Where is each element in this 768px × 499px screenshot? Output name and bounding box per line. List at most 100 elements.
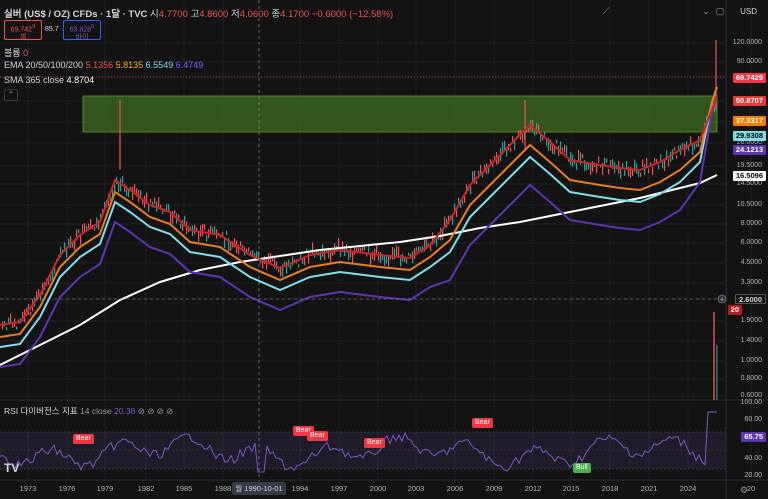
close-label: 종 [271,9,281,20]
svg-text:+: + [720,297,724,304]
rsi-label: RSI 다이버전스 지표 [4,406,78,416]
price-tag: 16.5096 [732,171,766,181]
buy-price: 69.828 [69,26,92,34]
price-tick-label: 1.0000 [740,357,762,364]
time-tick-label: 2024 [679,484,697,493]
price-tick-label: 19.5000 [736,162,762,169]
price-tick-label: 1.9000 [740,317,762,324]
time-tick-label: 2000 [369,484,387,493]
chevron-down-icon[interactable]: ⌄ [700,5,712,17]
price-tick-label: 10.5000 [736,201,762,208]
sma-legend[interactable]: SMA 365 close 4.8704 [4,75,94,85]
time-tick-label: 1997 [330,484,348,493]
price-tag: 50.8707 [732,96,766,106]
currency-selector[interactable]: USD [737,6,760,17]
price-tick-label: 0.6000 [740,392,762,399]
time-tick-label: 1979 [96,484,114,493]
price-tag: 2.6000 [735,294,766,304]
bear-divergence-label: Bear [73,434,94,444]
price-tick-label: 0.8000 [740,375,762,382]
bear-divergence-label: Bear [472,418,493,428]
rsi-band [0,432,726,469]
price-tag: 69.7429 [732,73,766,83]
low-label: 저 [230,9,240,20]
volume-legend[interactable]: 볼륨 0 [4,46,28,59]
time-tick-label: 2012 [524,484,542,493]
price-tick-label: 90.0000 [736,58,762,65]
price-tick-label: 14.5000 [736,180,762,187]
time-tick-label: 2009 [485,484,503,493]
buy-price-sup: 6 [91,24,95,30]
price-chart-canvas[interactable]: + [0,0,768,499]
volume-label: 볼륨 [4,48,21,58]
sell-button[interactable]: 69.7429 셀 [4,20,42,42]
price-tag: 65.75 [741,432,766,442]
time-tick-label: 2015 [562,484,580,493]
rsi-value: 20.38 [114,406,136,416]
close-value: 4.1700 [280,9,310,20]
high-value: 4.8600 [199,9,229,20]
tradingview-logo[interactable]: TV [4,461,19,475]
symbol-legend[interactable]: 실버 (US$ / OZ) CFDs · 1달 · TVC 시4.7700 고4… [4,6,393,20]
price-tag: 37.3317 [732,116,766,126]
time-tick-label: 2006 [446,484,464,493]
time-tick-label: 1982 [137,484,155,493]
ema-200-value: 6.4749 [175,60,204,70]
sma-value: 4.8704 [66,75,95,85]
rsi-options-icon[interactable]: ⊘ ⊘ ⊘ ⊘ [138,406,174,416]
spread-value: 85.7 [45,26,59,33]
drawing-tool-icon[interactable]: ⟋ [600,5,612,17]
bear-divergence-label: Bear [307,431,328,441]
price-tag: 20 [727,305,742,315]
ema-label: EMA 20/50/100/200 [4,60,84,70]
open-label: 시 [150,9,159,20]
time-tick-label: 1976 [58,484,76,493]
price-tick-label: 8.0000 [740,220,762,227]
change-value: −0.6000 (−12.58%) [311,9,394,20]
ema-legend[interactable]: EMA 20/50/100/200 5.1356 5.8135 6.5549 6… [4,60,203,70]
price-tick-label: 1.4000 [740,337,762,344]
rsi-tick-label: 100.00 [740,399,762,406]
time-tick-label: 2018 [601,484,619,493]
time-tick-label: 20 [746,484,756,493]
sell-price: 69.742 [10,26,33,34]
ema-20-value: 5.1356 [85,60,114,70]
open-value: 4.7700 [158,9,188,20]
bear-divergence-label: Bear [364,438,385,448]
sell-price-sup: 9 [32,24,36,30]
buy-label: 바이 [75,34,89,42]
ema-100-value: 6.5549 [145,60,174,70]
price-tick-label: 3.3000 [740,279,762,286]
rsi-tick-label: 20.00 [744,472,762,479]
time-tick-label: 1973 [19,484,37,493]
maximize-icon[interactable]: ▢ [714,5,726,17]
low-value: 4.0600 [239,9,269,20]
rsi-setting: 14 close [80,406,112,416]
price-tag: 24.1213 [732,145,766,155]
collapse-legend-icon[interactable]: ⌃ [4,89,18,101]
sell-label: 셀 [19,34,27,42]
high-label: 고 [190,9,200,20]
time-tick-label: 1988 [214,484,232,493]
volume-value: 0 [23,48,29,58]
ema-50-value: 5.8135 [115,60,144,70]
buy-button[interactable]: 69.8286 바이 [63,20,101,42]
bull-divergence-label: Bull [573,463,591,473]
time-tick-label: 2021 [640,484,658,493]
symbol-title: 실버 (US$ / OZ) CFDs · 1달 · TVC [4,9,148,20]
settings-icon[interactable]: ⚙ [740,485,748,496]
crosshair-date: 월 1990-10-01 [232,482,286,495]
rsi-legend[interactable]: RSI 다이버전스 지표 14 close 20.38 ⊘ ⊘ ⊘ ⊘ [4,405,173,417]
price-tick-label: 6.0000 [740,239,762,246]
price-tick-label: 4.5000 [740,259,762,266]
sma-label: SMA 365 close [4,75,65,85]
resistance-zone [82,95,718,133]
rsi-tick-label: 60.00 [744,416,762,423]
price-tick-label: 120.0000 [732,39,762,46]
price-tag: 29.9308 [732,131,766,141]
time-tick-label: 2003 [407,484,425,493]
time-tick-label: 1985 [175,484,193,493]
time-tick-label: 1994 [291,484,309,493]
volume-bar [713,312,715,400]
rsi-tick-label: 40.00 [744,455,762,462]
